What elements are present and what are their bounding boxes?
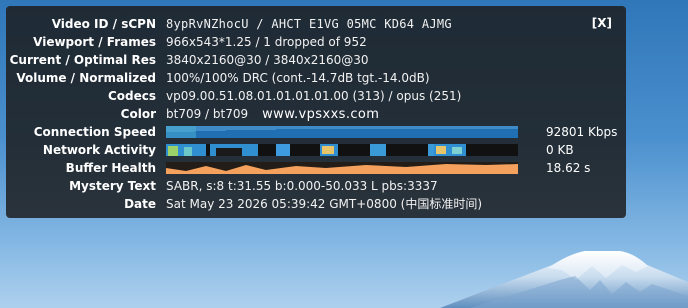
stat-value: Sat May 23 2026 05:39:42 GMT+0800 (中国标准时… (166, 197, 483, 211)
network-activity-graph (166, 144, 518, 156)
stat-row-codecs: Codecs vp09.00.51.08.01.01.01.01.00 (313… (6, 87, 626, 105)
stat-label: Color (120, 107, 156, 121)
stat-row-resolution: Current / Optimal Res 3840x2160@30 / 384… (6, 51, 626, 69)
stat-label: Mystery Text (69, 179, 156, 193)
stats-for-nerds-panel: [X] Video ID / sCPN 8ypRvNZhocU / AHCT E… (6, 6, 626, 218)
stat-row-network-activity: Network Activity 0 KB (6, 141, 626, 159)
stat-row-buffer-health: Buffer Health 18.62 s (6, 159, 626, 177)
network-activity-burst (184, 147, 192, 156)
stat-row-volume: Volume / Normalized 100%/100% DRC (cont.… (6, 69, 626, 87)
stat-label: Viewport / Frames (33, 35, 156, 49)
stat-value: SABR, s:8 t:31.55 b:0.000-50.033 L pbs:3… (166, 179, 438, 193)
stat-row-mystery-text: Mystery Text SABR, s:8 t:31.55 b:0.000-5… (6, 177, 626, 195)
stat-value: 966x543*1.25 / 1 dropped of 952 (166, 35, 367, 49)
stat-value: 3840x2160@30 / 3840x2160@30 (166, 53, 369, 67)
buffer-health-graph (166, 162, 518, 174)
stat-label: Video ID / sCPN (51, 17, 156, 31)
stat-value: bt709 / bt709 www.vpsxxs.com (166, 105, 379, 124)
connection-speed-graph (166, 126, 518, 138)
network-activity-burst (436, 146, 446, 154)
network-activity-burst (276, 144, 290, 156)
stat-value: 92801 Kbps (546, 125, 618, 139)
stat-label: Volume / Normalized (16, 71, 156, 85)
stat-value: 100%/100% DRC (cont.-14.7dB tgt.-14.0dB) (166, 71, 430, 85)
network-activity-burst (370, 144, 386, 156)
network-activity-burst (322, 146, 334, 154)
network-activity-burst (168, 146, 178, 156)
stat-row-connection-speed: Connection Speed 92801 Kbps (6, 123, 626, 141)
color-value: bt709 / bt709 (166, 107, 249, 121)
stat-label: Codecs (107, 89, 156, 103)
stat-value: 8ypRvNZhocU / AHCT E1VG 05MC KD64 AJMG (166, 17, 452, 31)
stat-value: vp09.00.51.08.01.01.01.01.00 (313) / opu… (166, 89, 462, 103)
stat-label: Connection Speed (33, 125, 156, 139)
stat-row-video-id: Video ID / sCPN 8ypRvNZhocU / AHCT E1VG … (6, 15, 626, 33)
connection-speed-graph-start (166, 126, 196, 138)
video-player-background: [X] Video ID / sCPN 8ypRvNZhocU / AHCT E… (0, 0, 688, 308)
stat-label: Current / Optimal Res (9, 53, 156, 67)
stat-label: Network Activity (42, 143, 156, 157)
watermark-text: www.vpsxxs.com (262, 107, 380, 122)
stat-row-viewport: Viewport / Frames 966x543*1.25 / 1 dropp… (6, 33, 626, 51)
stat-value: 18.62 s (546, 161, 591, 175)
network-activity-burst (216, 148, 242, 156)
stat-value: 0 KB (546, 143, 574, 157)
stat-row-date: Date Sat May 23 2026 05:39:42 GMT+0800 (… (6, 195, 626, 213)
stat-label: Buffer Health (65, 161, 156, 175)
network-activity-burst (452, 147, 462, 154)
stat-label: Date (124, 197, 156, 211)
stat-row-color: Color bt709 / bt709 www.vpsxxs.com (6, 105, 626, 123)
